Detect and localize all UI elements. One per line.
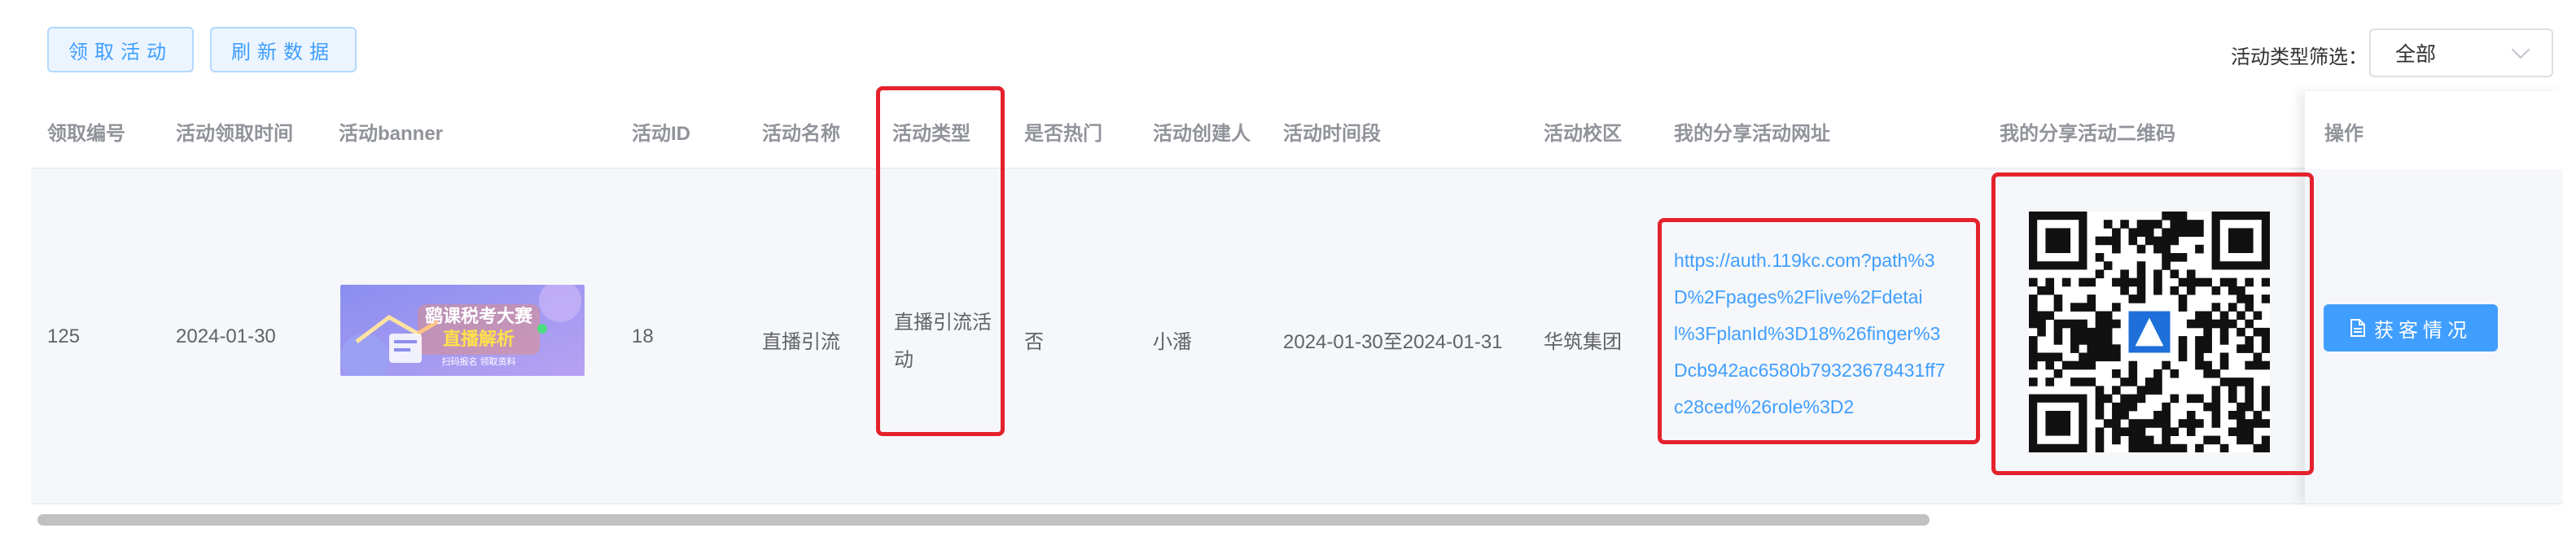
chevron-down-icon [2511, 40, 2530, 59]
col-campus: 活动校区 [1544, 123, 1622, 145]
cell-creator: 小潘 [1153, 331, 1192, 353]
share-url-line: c28ced%26role%3D2 [1674, 396, 1855, 417]
cell-period: 2024-01-30至2024-01-31 [1283, 331, 1503, 353]
type-filter-select[interactable]: 全部 [2369, 28, 2553, 77]
cell-activity-id: 18 [632, 325, 654, 347]
type-filter-label: 活动类型筛选： [2231, 46, 2368, 68]
claim-activity-button[interactable]: 领取活动 [47, 27, 194, 72]
document-icon [2350, 319, 2365, 337]
share-url-link[interactable]: https://auth.119kc.com?path%3 D%2Fpages%… [1674, 242, 1975, 426]
share-url-line: Dcb942ac6580b79323678431ff7 [1674, 360, 1946, 381]
col-banner: 活动banner [339, 123, 444, 145]
banner-subtitle: 扫码报名 领取资料 [441, 356, 515, 367]
horizontal-scrollbar-thumb[interactable] [37, 514, 1930, 526]
col-share-url: 我的分享活动网址 [1674, 123, 1830, 145]
cell-is-hot: 否 [1024, 331, 1044, 353]
col-claim-no: 领取编号 [47, 123, 125, 145]
share-url-line: D%2Fpages%2Flive%2Fdetai [1674, 286, 1923, 308]
cell-activity-type-line2: 动 [894, 349, 913, 371]
col-activity-type: 活动类型 [892, 123, 970, 145]
table-header: 领取编号 活动领取时间 活动banner 活动ID 活动名称 活动类型 是否热门… [31, 91, 2563, 169]
share-url-line: https://auth.119kc.com?path%3 [1674, 250, 1935, 271]
type-filter-value: 全部 [2395, 43, 2437, 66]
refresh-data-button[interactable]: 刷新数据 [210, 27, 357, 72]
share-qr-code [2029, 212, 2271, 453]
activity-banner-image: 鹞课税考大赛 直播解析 扫码报名 领取资料 [340, 285, 585, 376]
col-activity-name: 活动名称 [762, 123, 840, 145]
cell-activity-type-line1: 直播引流活 [894, 312, 992, 334]
share-url-line: l%3FplanId%3D18%26finger%3 [1674, 323, 1941, 344]
customer-acquisition-button[interactable]: 获客情况 [2324, 304, 2498, 351]
cell-campus: 华筑集团 [1544, 331, 1622, 353]
col-is-hot: 是否热门 [1024, 123, 1102, 145]
banner-title-line2: 直播解析 [443, 329, 515, 349]
cell-claim-no: 125 [47, 325, 81, 347]
customer-acquisition-label: 获客情况 [2374, 319, 2472, 342]
cell-claim-time: 2024-01-30 [176, 325, 276, 347]
col-share-qr: 我的分享活动二维码 [2000, 123, 2175, 145]
col-action: 操作 [2324, 123, 2364, 145]
col-period: 活动时间段 [1283, 123, 1381, 145]
fixed-action-column: 操作 [2305, 91, 2563, 504]
cell-activity-name: 直播引流 [762, 331, 840, 353]
col-claim-time: 活动领取时间 [176, 123, 293, 145]
banner-title-line1: 鹞课税考大赛 [425, 306, 533, 326]
col-activity-id: 活动ID [632, 123, 690, 145]
col-creator: 活动创建人 [1153, 123, 1251, 145]
